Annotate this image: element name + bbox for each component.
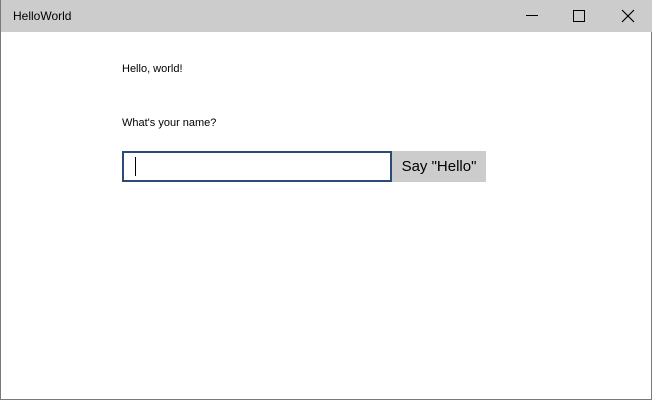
greeting-text: Hello, world! (122, 63, 183, 75)
app-window: HelloWorld Hello, world! What's your nam… (0, 0, 652, 400)
text-caret (135, 157, 136, 176)
name-input[interactable] (122, 151, 392, 182)
name-prompt-label: What's your name? (122, 117, 217, 129)
maximize-icon (573, 10, 585, 22)
close-button[interactable] (604, 0, 650, 32)
title-bar[interactable]: HelloWorld (1, 0, 652, 32)
maximize-button[interactable] (555, 0, 601, 32)
window-title: HelloWorld (13, 9, 72, 23)
say-hello-button[interactable]: Say "Hello" (392, 151, 486, 182)
minimize-button[interactable] (509, 0, 555, 32)
close-icon (621, 9, 635, 23)
minimize-icon (526, 15, 538, 16)
